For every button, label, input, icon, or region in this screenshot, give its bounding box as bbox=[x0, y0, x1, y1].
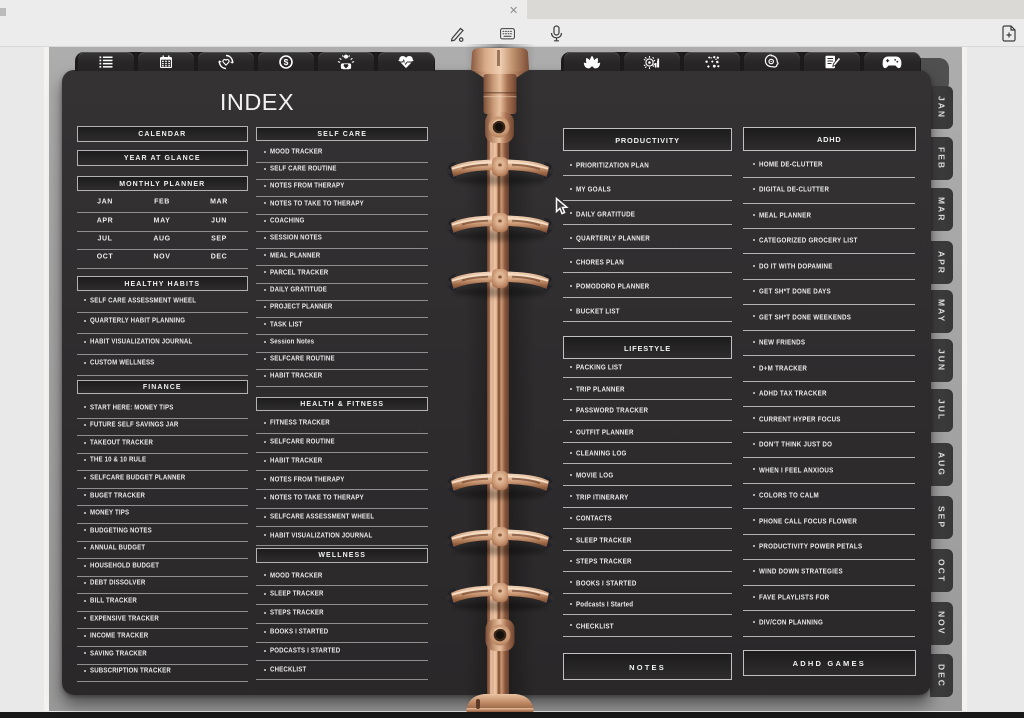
svg-text:$: $ bbox=[284, 57, 289, 67]
